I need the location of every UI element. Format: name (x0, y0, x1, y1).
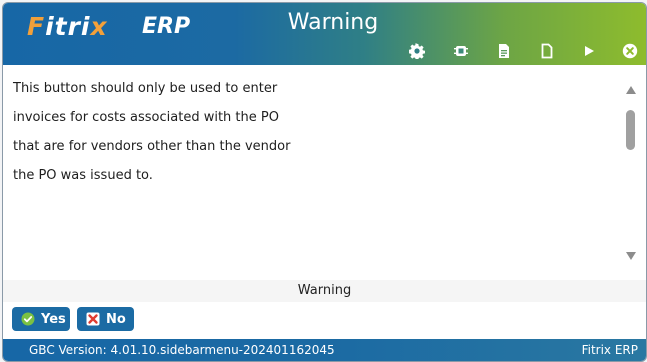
no-button-label: No (106, 311, 126, 327)
message-line: invoices for costs associated with the P… (13, 110, 279, 125)
play-icon[interactable] (581, 43, 597, 59)
check-circle-icon (21, 312, 35, 326)
scroll-down-arrow-icon[interactable] (626, 252, 636, 260)
erp-logo-label: ERP (142, 14, 191, 39)
warning-dialog: Fitrix ERP Warning This button should on… (2, 2, 647, 362)
gear-icon[interactable] (409, 43, 425, 59)
x-icon (86, 312, 100, 326)
no-button[interactable]: No (77, 307, 134, 331)
message-line: that are for vendors other than the vend… (13, 139, 291, 154)
status-label-text: Warning (297, 283, 352, 298)
fitrix-logo: Fitrix (27, 12, 108, 41)
scroll-up-arrow-icon[interactable] (626, 86, 636, 94)
status-label: Warning (3, 280, 646, 302)
dialog-header: Fitrix ERP Warning (3, 3, 646, 65)
footer-brand: Fitrix ERP (581, 343, 638, 357)
chip-icon[interactable] (453, 43, 469, 59)
document-lines-icon[interactable] (496, 43, 512, 59)
scrollbar-thumb[interactable] (626, 110, 635, 150)
document-icon[interactable] (539, 43, 555, 59)
button-row: Yes No (3, 302, 646, 336)
yes-button[interactable]: Yes (12, 307, 70, 331)
message-line: the PO was issued to. (13, 168, 153, 183)
footer-bar: GBC Version: 4.01.10.sidebarmenu-2024011… (3, 339, 646, 361)
dialog-title: Warning (287, 10, 379, 35)
gbc-version-text: GBC Version: 4.01.10.sidebarmenu-2024011… (29, 343, 335, 357)
message-line: This button should only be used to enter (13, 81, 278, 96)
close-circle-icon[interactable] (622, 43, 638, 59)
message-area: This button should only be used to enter… (3, 66, 646, 276)
yes-button-label: Yes (41, 311, 66, 327)
message-scrollbar[interactable] (621, 80, 641, 264)
